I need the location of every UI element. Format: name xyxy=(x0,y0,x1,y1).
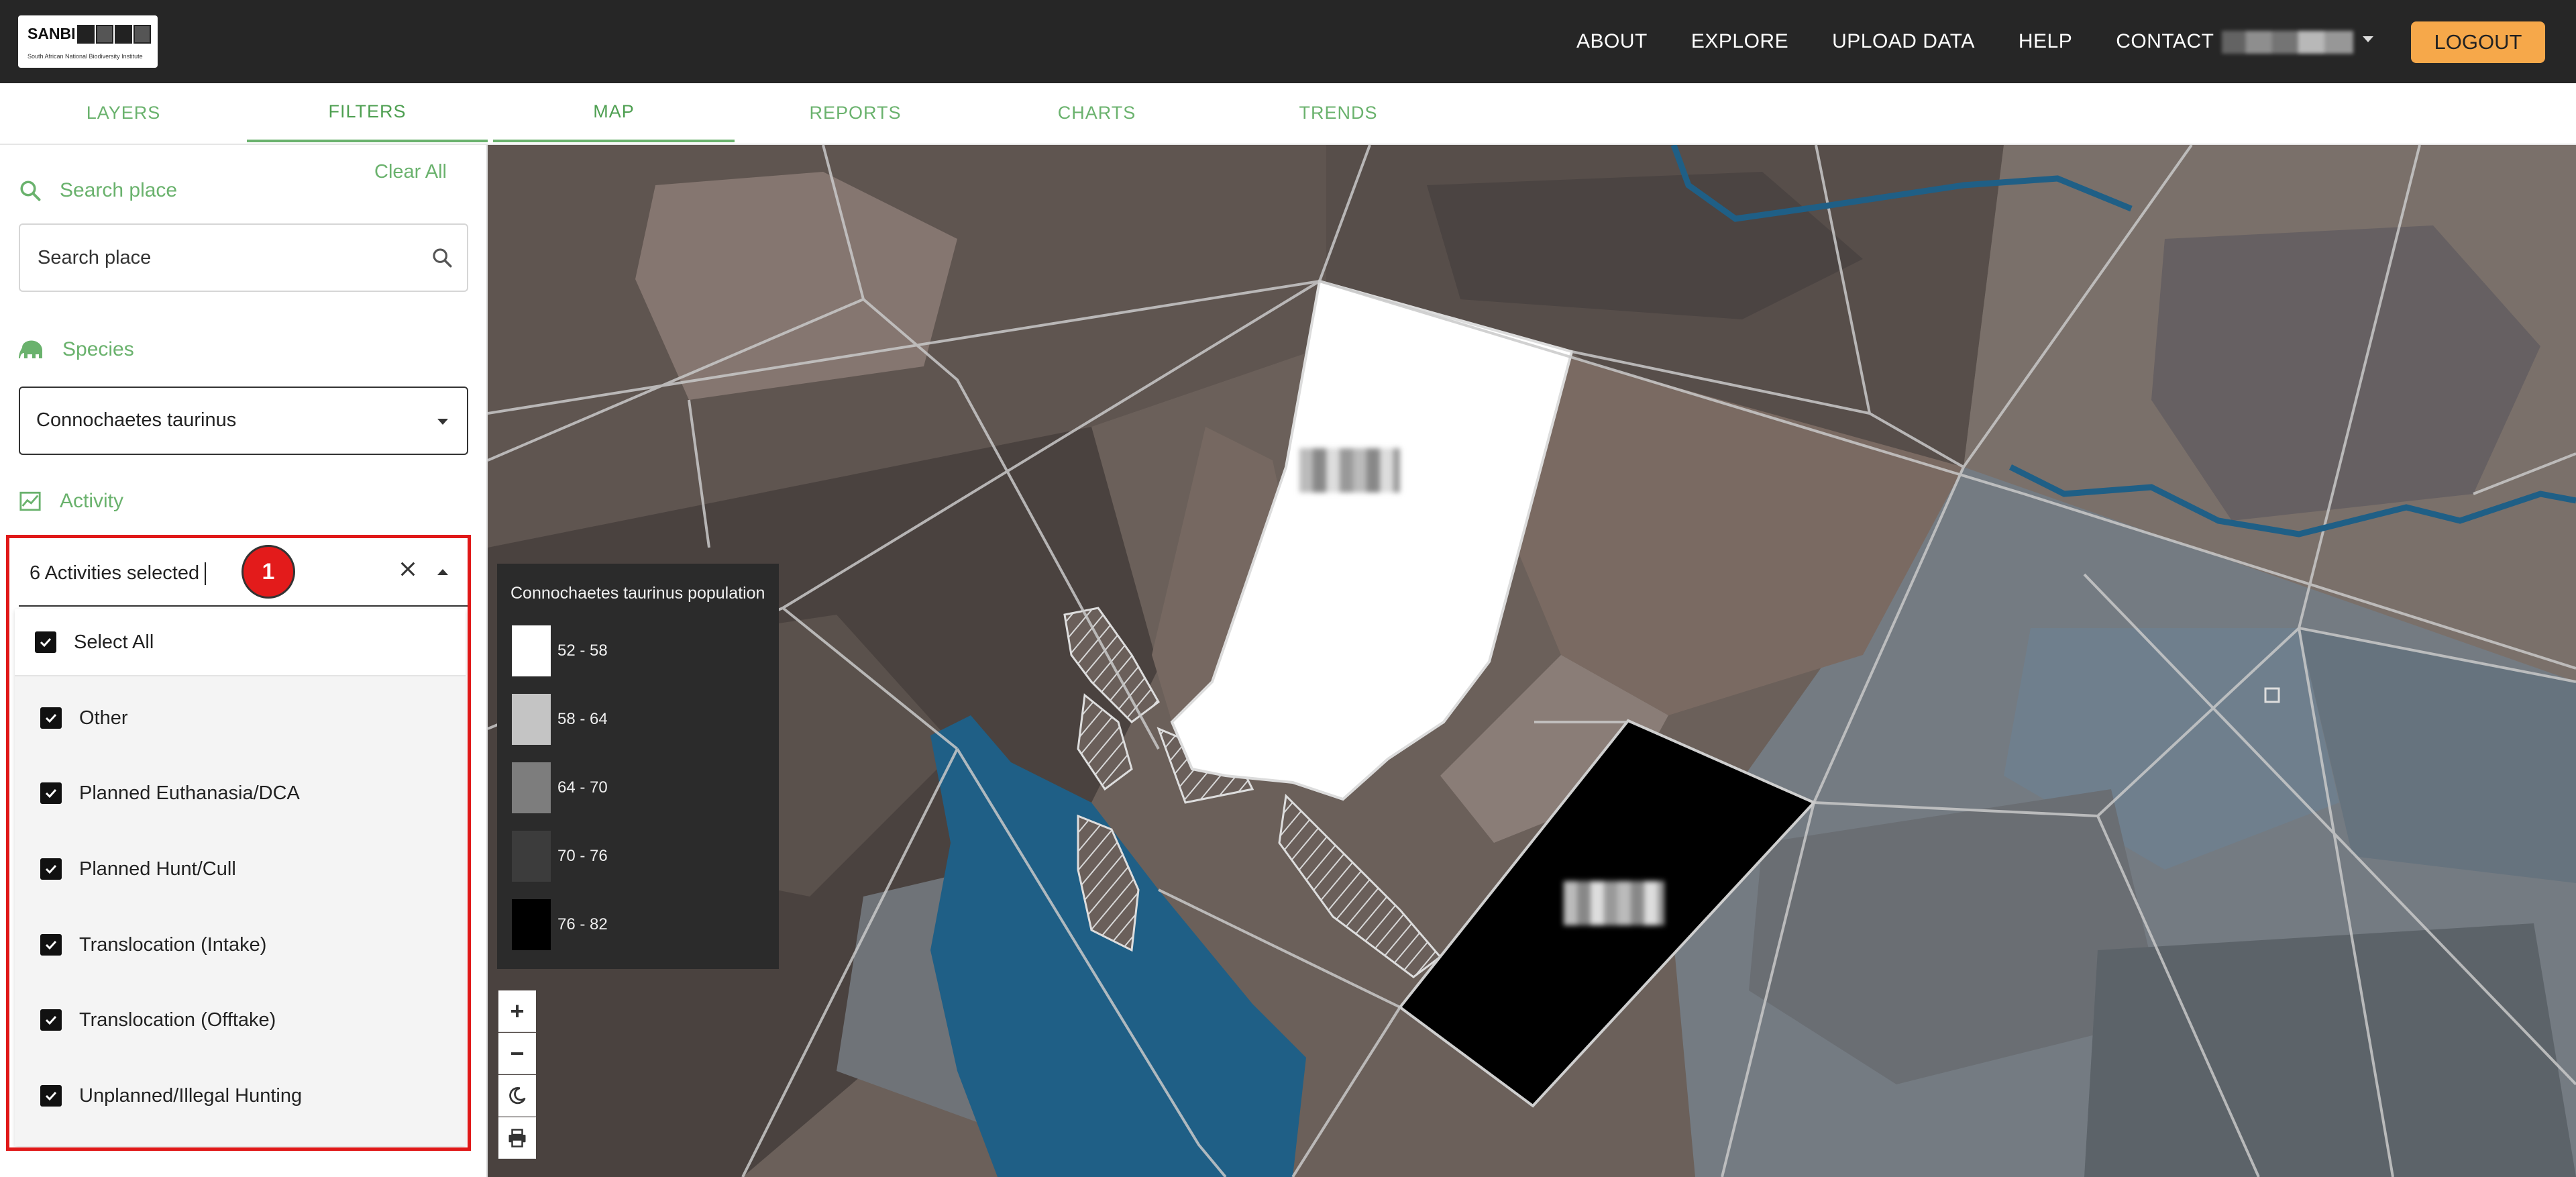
parcel-label-redacted xyxy=(1564,881,1664,925)
tab-trends[interactable]: TRENDS xyxy=(1218,83,1459,142)
tab-map[interactable]: MAP xyxy=(493,83,735,142)
species-label: Species xyxy=(62,338,134,360)
legend-title: Connochaetes taurinus population xyxy=(511,584,765,603)
elephant-icon xyxy=(19,340,42,358)
legend-item: 70 - 76 xyxy=(512,831,608,882)
population-legend: Connochaetes taurinus population 52 - 58… xyxy=(497,564,779,969)
species-section-label: Species xyxy=(18,338,134,361)
legend-swatch xyxy=(512,694,551,745)
legend-swatch xyxy=(512,899,551,950)
nav-link-explore[interactable]: EXPLORE xyxy=(1691,30,1788,53)
legend-swatch xyxy=(512,762,551,813)
chevron-up-icon[interactable] xyxy=(437,569,448,575)
search-label: Search place xyxy=(60,179,178,201)
legend-range: 58 - 64 xyxy=(557,710,608,728)
species-value: Connochaetes taurinus xyxy=(36,409,237,431)
legend-item: 52 - 58 xyxy=(512,625,608,676)
logo-emblem xyxy=(77,25,151,44)
filters-sidebar: Clear All Search place Species Connochae… xyxy=(0,145,488,1177)
activity-section-label: Activity xyxy=(18,490,123,513)
legend-swatch xyxy=(512,831,551,882)
legend-item: 64 - 70 xyxy=(512,762,608,813)
moon-icon[interactable] xyxy=(498,1075,536,1117)
search-section-label: Search place xyxy=(18,178,177,203)
parcel-label-redacted xyxy=(1299,448,1400,493)
map-terrain[interactable] xyxy=(488,145,2576,1177)
legend-range: 52 - 58 xyxy=(557,642,608,660)
nav-link-contact[interactable]: CONTACT xyxy=(2116,30,2214,53)
search-icon[interactable] xyxy=(431,246,453,269)
nav-link-help[interactable]: HELP xyxy=(2019,30,2072,53)
nav-link-about[interactable]: ABOUT xyxy=(1576,30,1648,53)
user-menu-caret-icon[interactable] xyxy=(2363,36,2373,42)
tab-charts[interactable]: CHARTS xyxy=(976,83,1218,142)
user-menu-redacted[interactable] xyxy=(2222,31,2353,54)
annotation-badge: 1 xyxy=(241,545,295,599)
logo-subtitle: South African National Biodiversity Inst… xyxy=(28,53,143,60)
legend-item: 76 - 82 xyxy=(512,899,608,950)
legend-range: 70 - 76 xyxy=(557,847,608,865)
zoom-in-icon[interactable]: + xyxy=(498,990,536,1032)
search-place-field[interactable] xyxy=(19,223,468,292)
clear-all-button[interactable]: Clear All xyxy=(374,161,447,183)
search-icon xyxy=(20,181,41,201)
sanbi-logo[interactable]: SANBI South African National Biodiversit… xyxy=(18,15,158,68)
zoom-out-icon[interactable]: − xyxy=(498,1033,536,1074)
nav-links: ABOUT EXPLORE UPLOAD DATA HELP CONTACT xyxy=(1576,0,2258,83)
tab-bar: LAYERS FILTERS MAP REPORTS CHARTS TRENDS xyxy=(0,83,2576,145)
tab-layers[interactable]: LAYERS xyxy=(0,83,247,142)
legend-swatch xyxy=(512,625,551,676)
activity-label: Activity xyxy=(60,490,124,512)
chevron-down-icon[interactable] xyxy=(437,419,448,425)
legend-range: 64 - 70 xyxy=(557,778,608,797)
nav-link-upload-data[interactable]: UPLOAD DATA xyxy=(1832,30,1975,53)
tab-filters[interactable]: FILTERS xyxy=(247,83,488,142)
activity-highlight-box xyxy=(6,535,471,1151)
logout-button[interactable]: LOGOUT xyxy=(2411,21,2545,63)
tab-reports[interactable]: REPORTS xyxy=(735,83,976,142)
clear-selection-icon[interactable] xyxy=(398,560,417,578)
map-view[interactable]: Connochaetes taurinus population 52 - 58… xyxy=(488,145,2576,1177)
search-input[interactable] xyxy=(36,225,412,291)
top-navbar: SANBI South African National Biodiversit… xyxy=(0,0,2576,83)
chart-line-icon xyxy=(19,491,41,511)
logo-title: SANBI xyxy=(28,25,76,42)
species-select[interactable]: Connochaetes taurinus xyxy=(19,387,468,455)
print-icon[interactable] xyxy=(498,1117,536,1159)
legend-range: 76 - 82 xyxy=(557,915,608,933)
legend-item: 58 - 64 xyxy=(512,694,608,745)
